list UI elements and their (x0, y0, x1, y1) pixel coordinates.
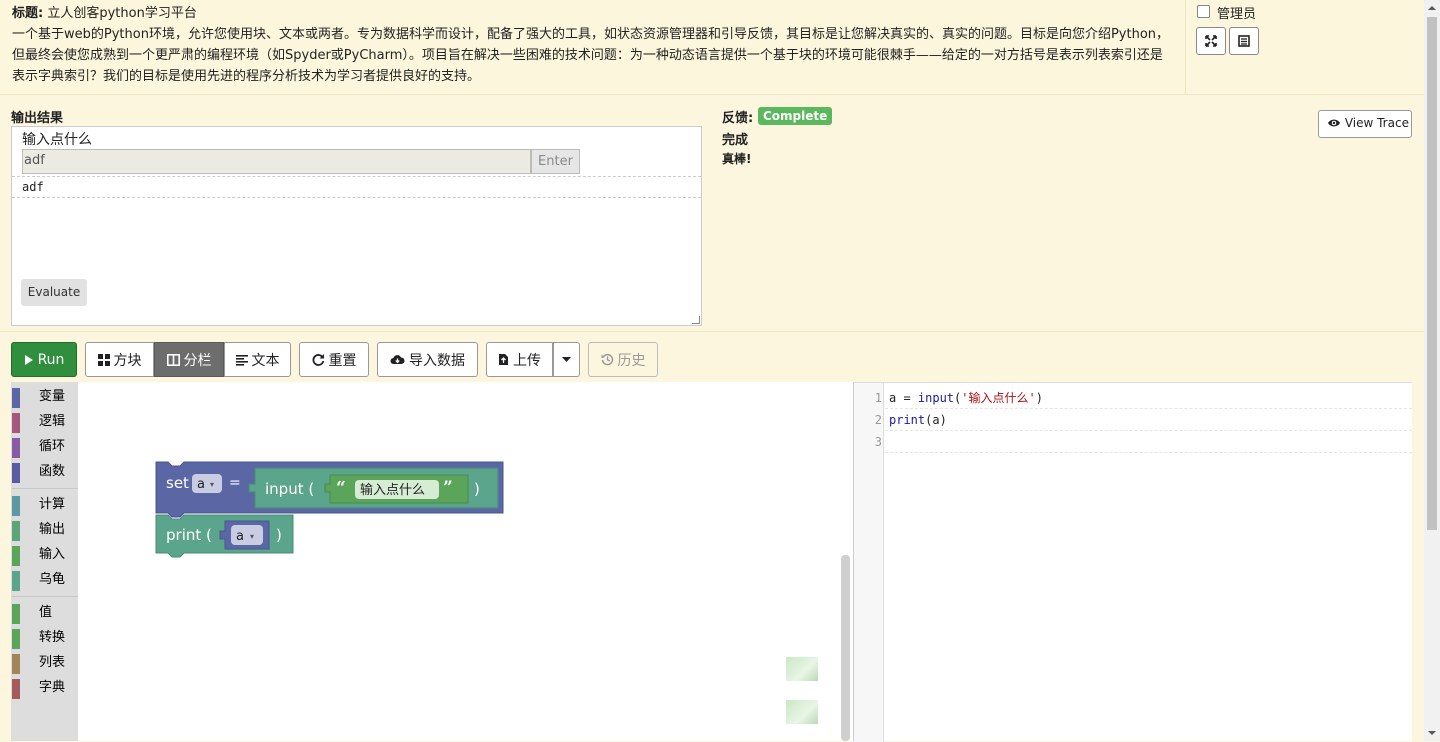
dropdown-arrow-icon: ▾ (250, 532, 254, 541)
run-button[interactable]: Run (11, 342, 77, 377)
open-quote-icon: “ (336, 478, 346, 498)
close-quote-icon: ” (443, 478, 453, 498)
set-var-name: a (197, 477, 205, 492)
string-literal-block[interactable]: “ 输入点什么 ” (324, 474, 469, 504)
evaluate-button[interactable]: Evaluate (21, 279, 87, 306)
run-label: Run (37, 351, 65, 368)
description-text: 一个基于web的Python环境，允许您使用块、文本或两者。专为数据科学而设计，… (12, 27, 1170, 84)
fullscreen-button[interactable] (1196, 27, 1226, 55)
print-var-name: a (236, 529, 244, 544)
align-left-icon (235, 354, 248, 366)
console-panel: 输入点什么 adf Enter adf Evaluate (11, 126, 702, 326)
split-view-button[interactable]: 分栏 (154, 342, 224, 377)
view-trace-label: View Trace (1344, 116, 1409, 130)
blocks-view-button[interactable]: 方块 (85, 342, 154, 377)
input-prompt: 输入点什么 (22, 132, 92, 148)
feedback-label: 反馈: (722, 111, 754, 126)
refresh-icon (312, 354, 324, 366)
zoom-control-icon[interactable] (786, 700, 818, 724)
input-close-paren: ) (474, 480, 480, 498)
file-upload-icon (499, 354, 508, 365)
equals-sign: = (229, 475, 241, 491)
history-label: 历史 (617, 352, 646, 369)
line-number: 1 (874, 391, 882, 405)
text-view-button[interactable]: 文本 (224, 342, 291, 377)
history-icon (601, 353, 613, 366)
text-label: 文本 (251, 352, 280, 369)
blocks-workspace[interactable]: 变量 逻辑 循环 函数 计算 输出 输入 乌龟 值 转换 列表 字典 set a… (11, 382, 853, 741)
caret-down-icon (562, 356, 571, 362)
feedback-title: 完成 (722, 133, 749, 148)
assignment-title: 立人创客python学习平台 (47, 6, 197, 21)
assignment-description: 标题: 立人创客python学习平台 一个基于web的Python环境，允许您使… (0, 0, 1186, 95)
eye-icon (1328, 119, 1340, 127)
variable-get-block[interactable]: a ▾ (219, 520, 270, 550)
code-editor[interactable]: 1 2 3 a = input('输入点什么') print(a) (853, 382, 1412, 742)
line-number: 2 (874, 413, 882, 427)
reset-label: 重置 (328, 352, 357, 369)
feedback-message: 真棒! (722, 152, 752, 166)
history-button[interactable]: 历史 (588, 342, 658, 377)
page-scrollbar[interactable] (1424, 0, 1440, 741)
dropdown-arrow-icon: ▾ (210, 480, 214, 489)
scrollbar-thumb[interactable] (1427, 17, 1437, 530)
zoom-control-icon[interactable] (786, 657, 818, 681)
reset-button[interactable]: 重置 (299, 342, 369, 377)
code-line[interactable] (885, 431, 1412, 453)
play-icon (24, 354, 33, 365)
admin-checkbox[interactable] (1197, 5, 1210, 18)
code-token: print (889, 413, 926, 427)
console-input[interactable]: adf (22, 149, 531, 174)
code-string: '输入点什么' (961, 391, 1036, 405)
columns-icon (166, 353, 180, 366)
upload-button[interactable]: 上传 (486, 342, 553, 377)
enter-button[interactable]: Enter (531, 149, 580, 174)
th-large-icon (97, 353, 110, 366)
upload-dropdown-toggle[interactable] (553, 342, 580, 377)
import-data-button[interactable]: 导入数据 (377, 342, 478, 377)
view-trace-button[interactable]: View Trace (1318, 110, 1412, 138)
console-output-line: adf (12, 176, 701, 198)
code-token: input (917, 391, 955, 405)
assignment-header: 标题: 立人创客python学习平台 一个基于web的Python环境，允许您使… (0, 0, 1424, 95)
scroll-up-icon[interactable] (1424, 2, 1440, 14)
code-token: (a) (925, 413, 947, 427)
section-divider (0, 331, 1424, 332)
cloud-download-icon (390, 354, 405, 364)
blocks-label: 方块 (113, 352, 142, 369)
line-number: 3 (874, 435, 882, 449)
list-alt-icon (1238, 35, 1250, 47)
resize-handle[interactable] (692, 316, 700, 324)
code-token: a = (889, 391, 918, 405)
line-number-gutter: 1 2 3 (854, 383, 884, 742)
split-label: 分栏 (183, 352, 212, 369)
status-badge: Complete (758, 107, 833, 125)
output-title: 输出结果 (11, 111, 64, 126)
blocks-canvas: set a ▾ = input ( ) “ 输入点什么 ” print ( ) … (155, 461, 504, 558)
code-token: ) (1035, 391, 1043, 405)
import-label: 导入数据 (409, 352, 465, 369)
print-close-paren: ) (276, 526, 282, 544)
upload-label: 上传 (513, 352, 541, 369)
workspace-scrollbar[interactable] (841, 555, 850, 741)
string-value: 输入点什么 (360, 482, 425, 498)
input-call-label: input ( (265, 480, 314, 498)
print-call-label: print ( (166, 526, 212, 544)
code-line[interactable]: print(a) (885, 409, 1412, 431)
list-view-button[interactable] (1229, 27, 1259, 55)
admin-label: 管理员 (1217, 7, 1257, 22)
expand-icon (1205, 35, 1217, 47)
set-keyword: set (166, 474, 189, 492)
code-line[interactable]: a = input('输入点什么') (885, 387, 1412, 409)
scroll-down-icon[interactable] (1424, 727, 1440, 739)
admin-panel: 管理员 (1187, 0, 1424, 95)
title-label: 标题: (12, 6, 44, 21)
